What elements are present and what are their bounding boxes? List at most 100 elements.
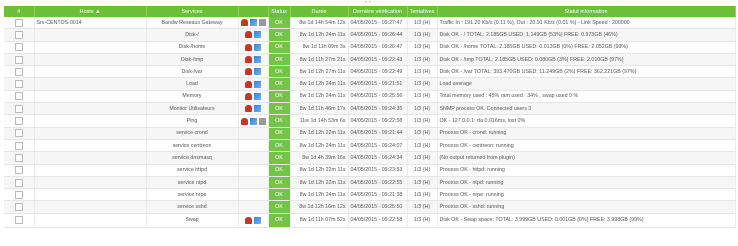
service-icons-cell: [238, 127, 269, 140]
row-checkbox[interactable]: [14, 153, 23, 162]
col-checkbox[interactable]: #: [4, 6, 35, 17]
table-row[interactable]: service nrpe OK 8w 1d 12h 24m 11s 04/05/201…: [4, 188, 736, 202]
row-checkbox[interactable]: [14, 117, 23, 126]
table-row[interactable]: service httpd OK 8w 1d 12h 22m 11s 04/05/20…: [4, 164, 736, 177]
graph-icon[interactable]: [254, 80, 261, 88]
host-name-cell[interactable]: [34, 127, 147, 140]
user-icon[interactable]: [240, 19, 248, 27]
service-name-cell[interactable]: service ntpd: [146, 176, 239, 190]
user-icon[interactable]: [240, 117, 248, 125]
table-row[interactable]: Disk-/home OK 8w 1d 11h 09m 3s 04/05/2015 -…: [4, 41, 736, 54]
service-name-cell[interactable]: Memory: [146, 90, 239, 104]
service-name-cell[interactable]: Bandw Reseaux Gateway: [146, 17, 239, 30]
table-row[interactable]: Load OK 8w 1d 12h 24m 11s 04/05/2015 - 09:2…: [4, 77, 736, 91]
host-name-cell[interactable]: [34, 65, 147, 79]
table-row[interactable]: Disk-/tmp OK 8w 1d 11h 27m 21s 04/05/2015 -…: [4, 53, 736, 67]
host-name-cell[interactable]: [34, 188, 147, 202]
graph-icon[interactable]: [254, 105, 261, 113]
note-icon[interactable]: [258, 117, 266, 125]
user-icon[interactable]: [245, 105, 252, 113]
table-row[interactable]: Disk-/ OK 8w 1d 12h 24m 11s 04/05/2015 - 09…: [4, 28, 736, 42]
host-name-cell[interactable]: [34, 41, 147, 54]
col-duration[interactable]: Durée: [290, 6, 349, 17]
service-name-cell[interactable]: Disk-/tmp: [146, 53, 239, 67]
graph-icon[interactable]: [254, 68, 261, 76]
col-attempt[interactable]: Tentatives: [407, 6, 438, 17]
graph-icon[interactable]: [254, 216, 261, 224]
table-row[interactable]: service dnsmasq OK 8w 1d 4h 39m 16s 04/05/2…: [4, 151, 736, 165]
row-checkbox[interactable]: [14, 216, 23, 225]
host-name-cell[interactable]: [34, 139, 147, 153]
user-icon[interactable]: [245, 92, 252, 100]
row-checkbox[interactable]: [14, 166, 23, 175]
service-name-cell[interactable]: service nrpe: [146, 188, 239, 202]
service-name-cell[interactable]: service httpd: [146, 164, 239, 177]
row-checkbox[interactable]: [14, 104, 23, 113]
row-checkbox[interactable]: [14, 203, 23, 212]
row-checkbox[interactable]: [14, 92, 23, 101]
graph-icon[interactable]: [254, 92, 261, 100]
service-name-cell[interactable]: Disk-/home: [146, 41, 239, 54]
host-name-cell[interactable]: [34, 213, 147, 228]
host-name-cell[interactable]: [34, 90, 147, 104]
service-name-cell[interactable]: service sshd: [146, 200, 239, 214]
user-icon[interactable]: [245, 56, 252, 64]
col-host[interactable]: Hosts ▲: [34, 6, 147, 17]
table-row[interactable]: service sshd OK 8w 1d 12h 16m 12s 04/05/201…: [4, 200, 736, 214]
host-name-cell[interactable]: [34, 151, 147, 165]
note-icon[interactable]: [258, 19, 266, 27]
row-checkbox[interactable]: [14, 18, 23, 27]
row-checkbox[interactable]: [14, 178, 23, 187]
row-checkbox[interactable]: [14, 80, 23, 89]
graph-icon[interactable]: [254, 56, 261, 64]
row-checkbox[interactable]: [14, 55, 23, 64]
table-row[interactable]: Memory OK 8w 1d 12h 24m 11s 04/05/2015 - 09…: [4, 90, 736, 104]
host-name-cell[interactable]: [34, 200, 147, 214]
service-name-cell[interactable]: service dnsmasq: [146, 151, 239, 165]
col-status[interactable]: Status: [268, 6, 291, 17]
service-name-cell[interactable]: Disk-/: [146, 28, 239, 42]
user-icon[interactable]: [245, 216, 252, 224]
service-name-cell[interactable]: Ping: [146, 114, 239, 128]
service-name-cell[interactable]: Monitor Utilisateurs: [146, 102, 239, 116]
row-checkbox[interactable]: [14, 141, 23, 150]
host-name-cell[interactable]: [34, 53, 147, 67]
host-name-cell[interactable]: [34, 176, 147, 190]
user-icon[interactable]: [245, 68, 252, 76]
service-name-cell[interactable]: Swap: [146, 213, 239, 228]
graph-icon[interactable]: [249, 117, 257, 125]
table-row[interactable]: Monitor Utilisateurs OK 8w 1d 11h 46m 17s 0…: [4, 102, 736, 116]
table-row[interactable]: Swap OK 8w 1d 11h 07m 52s 04/05/2015 - 09:2…: [4, 213, 736, 228]
host-name-cell[interactable]: [34, 28, 147, 42]
host-name-cell[interactable]: [34, 77, 147, 91]
host-name-cell[interactable]: [34, 102, 147, 116]
graph-icon[interactable]: [249, 19, 257, 27]
duration-cell: 8w 1d 11h 07m 52s: [290, 213, 349, 228]
col-info[interactable]: Statut information: [437, 6, 736, 17]
host-name-cell[interactable]: [34, 164, 147, 177]
service-name-cell[interactable]: service crond: [146, 127, 239, 140]
row-checkbox[interactable]: [14, 190, 23, 199]
table-row[interactable]: Ping OK 11w 1d 14h 53m 6s 04/05/2015 - 09:2…: [4, 114, 736, 128]
row-checkbox[interactable]: [14, 30, 23, 39]
host-name-cell[interactable]: [34, 114, 147, 128]
user-icon[interactable]: [245, 31, 252, 39]
service-name-cell[interactable]: Load: [146, 77, 239, 91]
table-row[interactable]: Disk-/var OK 8w 1d 12h 27m 11s 04/05/2015 -…: [4, 65, 736, 79]
user-icon[interactable]: [245, 43, 252, 51]
table-row[interactable]: service crond OK 8w 1d 12h 22m 11s 04/05/20…: [4, 127, 736, 140]
row-checkbox[interactable]: [14, 129, 23, 138]
row-checkbox[interactable]: [14, 67, 23, 76]
table-row[interactable]: service ntpd OK 8w 1d 12h 22m 11s 04/05/201…: [4, 176, 736, 190]
col-last-check[interactable]: Dernière vérification: [348, 6, 408, 17]
graph-icon[interactable]: [254, 31, 261, 39]
row-checkbox[interactable]: [14, 43, 23, 52]
service-name-cell[interactable]: Disk-/var: [146, 65, 239, 79]
table-row[interactable]: service centreon OK 8w 1d 12h 24m 11s 04/05…: [4, 139, 736, 153]
host-name-cell[interactable]: Srv-CENTOS-0014: [34, 17, 147, 30]
col-service[interactable]: Services: [146, 6, 239, 17]
service-name-cell[interactable]: service centreon: [146, 139, 239, 153]
user-icon[interactable]: [245, 80, 252, 88]
graph-icon[interactable]: [254, 43, 261, 51]
table-row[interactable]: Srv-CENTOS-0014 Bandw Reseaux Gateway OK 8w…: [4, 17, 736, 30]
